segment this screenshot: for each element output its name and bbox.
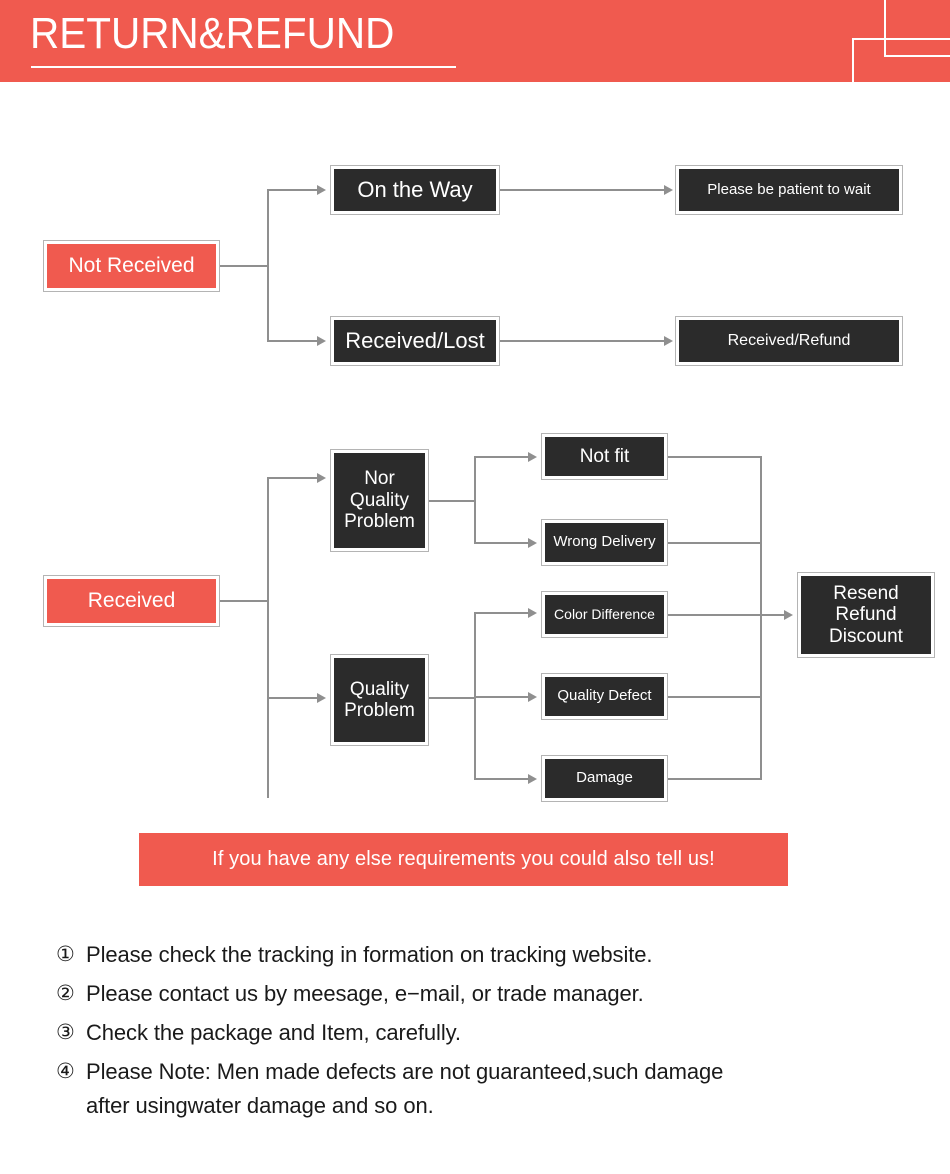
arrow-to-not-fit — [528, 452, 537, 462]
callout-text: If you have any else requirements you co… — [212, 848, 715, 870]
list-item: ④ Please Note: Men made defects are not … — [56, 1055, 936, 1123]
arrow-to-quality-problem — [317, 693, 326, 703]
connector-outcome-collector — [760, 456, 762, 779]
list-item: ③ Check the package and Item, carefully. — [56, 1016, 936, 1050]
note-text: Check the package and Item, carefully. — [86, 1020, 461, 1045]
connector-qp-to-damage — [474, 778, 530, 780]
notes-list: ① Please check the tracking in formation… — [56, 938, 936, 1128]
return-refund-infographic: RETURN&REFUND Not Received On the Way Pl… — [0, 0, 950, 1174]
node-damage[interactable]: Damage — [541, 755, 668, 802]
node-quality-defect-label: Quality Defect — [545, 677, 664, 716]
connector-damage-out — [668, 778, 762, 780]
node-quality-defect[interactable]: Quality Defect — [541, 673, 668, 720]
arrow-to-damage — [528, 774, 537, 784]
node-wrong-delivery[interactable]: Wrong Delivery — [541, 519, 668, 566]
node-nor-quality-problem[interactable]: Nor Quality Problem — [330, 449, 429, 552]
node-resend-refund-discount-label: Resend Refund Discount — [801, 576, 931, 654]
connector-color-difference-out — [668, 614, 762, 616]
connector-nqp-stem — [429, 500, 475, 502]
connector-collector-to-outcome — [760, 614, 786, 616]
node-not-fit-label: Not fit — [545, 437, 664, 476]
connector-branch2-lower — [267, 697, 319, 699]
note-number: ③ — [56, 1021, 75, 1044]
node-received-label: Received — [47, 579, 216, 623]
node-not-fit[interactable]: Not fit — [541, 433, 668, 480]
connector-qp-stem — [429, 697, 475, 699]
arrow-to-color-difference — [528, 608, 537, 618]
callout-banner: If you have any else requirements you co… — [139, 833, 788, 886]
node-color-difference[interactable]: Color Difference — [541, 591, 668, 638]
node-quality-problem[interactable]: Quality Problem — [330, 654, 429, 746]
connector-root2-trunk — [267, 478, 269, 798]
connector-root2-stem — [220, 600, 268, 602]
connector-quality-defect-out — [668, 696, 762, 698]
note-number: ② — [56, 982, 75, 1005]
note-number: ① — [56, 943, 75, 966]
connector-qp-to-color-difference — [474, 612, 530, 614]
node-nor-quality-problem-label: Nor Quality Problem — [334, 453, 425, 548]
node-damage-label: Damage — [545, 759, 664, 798]
connector-qp-to-quality-defect — [474, 696, 530, 698]
arrow-to-wrong-delivery — [528, 538, 537, 548]
connector-nqp-to-not-fit — [474, 456, 530, 458]
connector-branch2-upper — [267, 477, 319, 479]
note-text: Please check the tracking in formation o… — [86, 942, 653, 967]
connector-not-fit-out — [668, 456, 762, 458]
arrow-to-resend-refund-discount — [784, 610, 793, 620]
arrow-to-nor-quality-problem — [317, 473, 326, 483]
note-text: Please Note: Men made defects are not gu… — [86, 1059, 724, 1118]
node-resend-refund-discount[interactable]: Resend Refund Discount — [797, 572, 935, 658]
connector-wrong-delivery-out — [668, 542, 762, 544]
note-number: ④ — [56, 1060, 75, 1083]
list-item: ② Please contact us by meesage, e−mail, … — [56, 977, 936, 1011]
node-wrong-delivery-label: Wrong Delivery — [545, 523, 664, 562]
list-item: ① Please check the tracking in formation… — [56, 938, 936, 972]
connector-nqp-to-wrong-delivery — [474, 542, 530, 544]
connector-nqp-trunk — [474, 457, 476, 543]
node-color-difference-label: Color Difference — [545, 595, 664, 634]
node-quality-problem-label: Quality Problem — [334, 658, 425, 742]
arrow-to-quality-defect — [528, 692, 537, 702]
note-text: Please contact us by meesage, e−mail, or… — [86, 981, 644, 1006]
node-received[interactable]: Received — [43, 575, 220, 627]
